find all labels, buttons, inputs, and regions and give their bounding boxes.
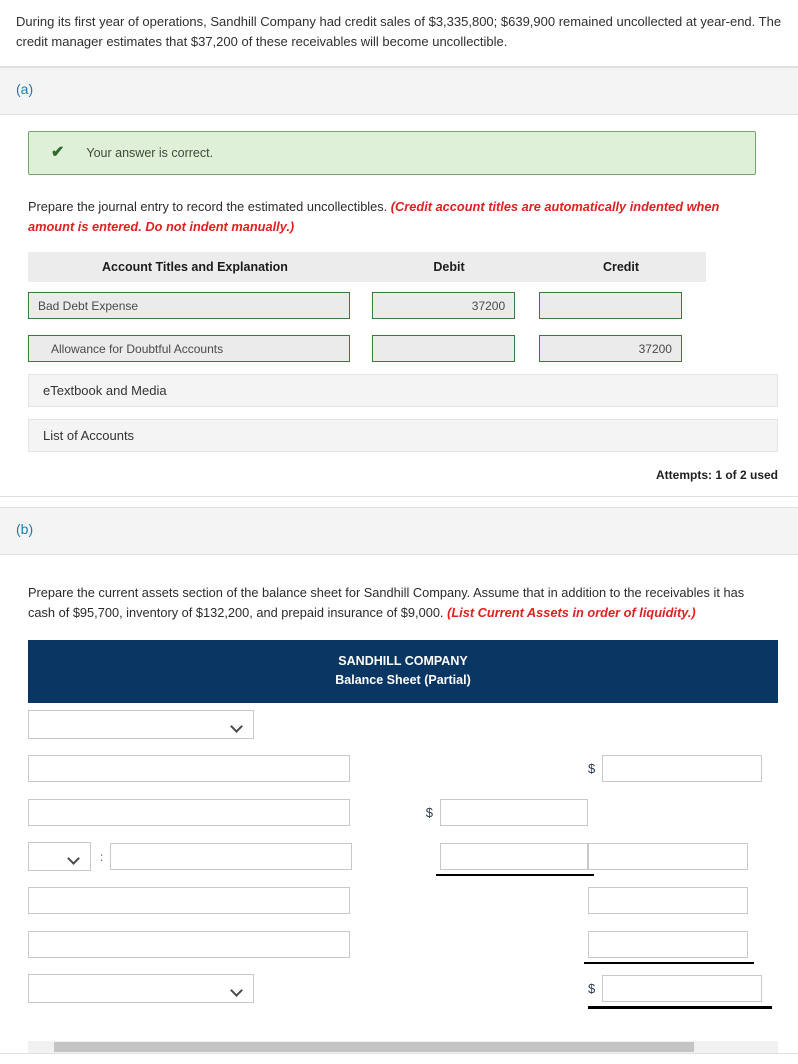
row-7-label-cell	[28, 974, 358, 1004]
part-b-card: (b) Prepare the current assets section o…	[0, 507, 798, 1054]
total-select-7[interactable]	[28, 974, 254, 1004]
total-amount-input-7[interactable]	[602, 975, 763, 1003]
etextbook-and-media-button[interactable]: eTextbook and Media	[28, 374, 778, 408]
problem-statement: During its first year of operations, San…	[0, 0, 798, 68]
answer-correct-text: Your answer is correct.	[86, 145, 214, 160]
part-b-instruction: Prepare the current assets section of th…	[28, 583, 758, 623]
part-b-body: Prepare the current assets section of th…	[0, 555, 798, 1025]
row-2-right-cell: $	[588, 755, 788, 783]
amount-underline-wrapper	[436, 843, 594, 877]
colon-separator: :	[100, 849, 104, 864]
part-a-instruction: Prepare the journal entry to record the …	[28, 197, 758, 237]
amount-input-right-6[interactable]	[588, 931, 748, 959]
row-4-label-cell: :	[28, 842, 358, 872]
part-b-instruction-emphasis: (List Current Assets in order of liquidi…	[447, 604, 696, 620]
balance-sheet-row-3: $	[28, 791, 788, 835]
balance-sheet-row-5	[28, 879, 788, 923]
balance-sheet-row-7: $	[28, 967, 788, 1011]
dollar-sign-icon: $	[588, 981, 596, 997]
row-6-right-cell	[584, 931, 788, 965]
part-b-label: (b)	[16, 521, 34, 538]
amount-input-right-4[interactable]	[588, 843, 748, 871]
dollar-sign-icon: $	[588, 761, 596, 777]
row-3-middle-cell: $	[358, 799, 588, 827]
table-row: Bad Debt Expense 37200	[28, 292, 706, 320]
row-3-label-cell	[28, 799, 358, 827]
part-a-header: (a)	[0, 68, 798, 115]
amount-underline-wrapper	[584, 931, 754, 965]
line-item-input-2[interactable]	[28, 755, 350, 783]
line-item-input-5[interactable]	[28, 887, 350, 915]
column-header-account: Account Titles and Explanation	[102, 260, 288, 275]
scrollbar-thumb[interactable]	[54, 1041, 694, 1052]
row-6-label-cell	[28, 931, 358, 959]
row-5-label-cell	[28, 887, 358, 915]
part-a-body: ✔ Your answer is correct. Prepare the jo…	[0, 115, 798, 497]
company-name: SANDHILL COMPANY	[338, 654, 468, 669]
account-title-field-2[interactable]: Allowance for Doubtful Accounts	[28, 335, 351, 363]
list-of-accounts-button[interactable]: List of Accounts	[28, 419, 778, 453]
balance-sheet-row-2: $	[28, 747, 788, 791]
amount-input-middle-3[interactable]	[440, 799, 588, 827]
dollar-sign-icon: $	[425, 805, 433, 821]
debit-field-2[interactable]	[372, 335, 516, 363]
column-header-credit: Credit	[602, 260, 640, 275]
question-page: During its first year of operations, San…	[0, 0, 798, 1054]
account-title-field-1[interactable]: Bad Debt Expense	[28, 292, 351, 320]
journal-entry-table: Account Titles and Explanation Debit Cre…	[28, 252, 706, 363]
part-a-instruction-plain: Prepare the journal entry to record the …	[28, 198, 391, 214]
row-4-middle-cell	[358, 843, 594, 877]
journal-table-header: Account Titles and Explanation Debit Cre…	[28, 252, 706, 283]
credit-field-2[interactable]: 37200	[539, 335, 682, 363]
row-7-right-cell: $	[588, 975, 788, 1010]
balance-sheet-title-bar: SANDHILL COMPANY Balance Sheet (Partial)	[28, 640, 778, 703]
credit-field-1[interactable]	[539, 292, 682, 320]
balance-sheet-form: $ $: $	[28, 703, 788, 1011]
row-2-label-cell	[28, 755, 358, 783]
line-item-input-6[interactable]	[28, 931, 350, 959]
table-row: Allowance for Doubtful Accounts 37200	[28, 335, 706, 363]
horizontal-scrollbar[interactable]	[28, 1040, 778, 1053]
statement-subtitle: Balance Sheet (Partial)	[335, 673, 471, 688]
balance-sheet-row-4: :	[28, 835, 788, 879]
contra-account-select-4[interactable]	[28, 842, 91, 872]
row-4-right-cell	[588, 843, 788, 871]
part-b-header: (b)	[0, 508, 798, 555]
section-select-1[interactable]	[28, 710, 254, 740]
total-underline-wrapper	[588, 975, 773, 1010]
debit-field-1[interactable]: 37200	[372, 292, 516, 320]
part-a-card: (a) ✔ Your answer is correct. Prepare th…	[0, 67, 798, 498]
part-a-label: (a)	[16, 81, 34, 98]
amount-input-right-5[interactable]	[588, 887, 748, 915]
column-header-debit: Debit	[433, 260, 465, 275]
line-item-input-3[interactable]	[28, 799, 350, 827]
amount-input-middle-4[interactable]	[440, 843, 588, 871]
check-icon: ✔	[51, 143, 65, 161]
line-item-input-4[interactable]	[110, 843, 353, 871]
balance-sheet-row-1	[28, 703, 788, 747]
row-1-label-cell	[28, 710, 358, 740]
balance-sheet-row-6	[28, 923, 788, 967]
attempts-counter: Attempts: 1 of 2 used	[655, 468, 778, 483]
row-5-right-cell	[588, 887, 788, 915]
answer-correct-banner: ✔ Your answer is correct.	[28, 130, 756, 175]
amount-input-right-2[interactable]	[602, 755, 763, 783]
